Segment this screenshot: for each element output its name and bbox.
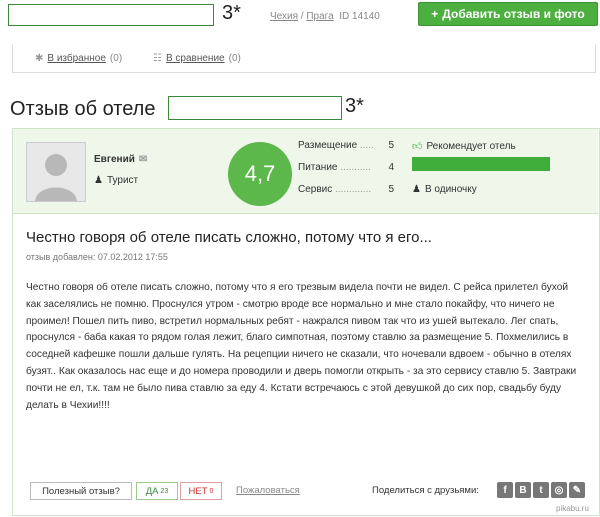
rating-label: Питание xyxy=(298,162,338,173)
rating-label: Сервис xyxy=(298,184,333,195)
facebook-icon[interactable]: f xyxy=(497,482,513,498)
travel-type: ♟ В одиночку xyxy=(412,184,477,195)
overall-score: 4,7 xyxy=(228,142,292,206)
share-label: Поделиться с друзьями: xyxy=(372,485,479,496)
favorites-count: (0) xyxy=(109,53,123,64)
hotel-stars-title: 3* xyxy=(345,95,364,117)
rating-value: 5 xyxy=(388,140,394,151)
watermark: pikabu.ru xyxy=(556,504,589,513)
user-silhouette-icon xyxy=(27,143,85,201)
favorites-row: ✱ В избранное (0) ☷ В сравнение (0) xyxy=(12,44,596,73)
rating-label: Размещение xyxy=(298,140,358,151)
user-name-text: Евгений xyxy=(94,154,135,165)
avatar[interactable] xyxy=(26,142,86,202)
recommend-bar xyxy=(412,157,550,171)
recommend-hotel: 👍︎ Рекомендует отель xyxy=(412,140,516,153)
review-title: Отзыв об отеле xyxy=(10,98,156,120)
add-review-label: Добавить отзыв и фото xyxy=(442,7,585,21)
review-body: Честно говоря об отеле писать сложно, по… xyxy=(26,282,577,411)
complain-link[interactable]: Пожаловаться xyxy=(236,485,300,496)
odnoklassniki-icon[interactable]: ◎ xyxy=(551,482,567,498)
vote-yes-button[interactable]: ДА 23 xyxy=(136,482,178,500)
add-review-button[interactable]: + Добавить отзыв и фото xyxy=(418,2,598,26)
compare-count: (0) xyxy=(228,53,241,64)
rating-value: 5 xyxy=(388,184,394,195)
recommend-text: Рекомендует отель xyxy=(426,140,516,152)
livejournal-icon[interactable]: ✎ xyxy=(569,482,585,498)
review-headline: Честно говоря об отеле писать сложно, по… xyxy=(26,229,432,246)
plus-icon: + xyxy=(431,7,439,21)
hotel-id: ID 14140 xyxy=(339,11,380,22)
add-to-favorites[interactable]: ✱ В избранное (0) xyxy=(35,53,122,64)
vote-no-button[interactable]: НЕТ 0 xyxy=(180,482,222,500)
thumbs-up-icon: 👍︎ xyxy=(412,141,423,152)
hotel-name-redacted-box xyxy=(168,96,342,120)
breadcrumb-city-link[interactable]: Прага xyxy=(306,11,333,22)
add-to-compare[interactable]: ☷ В сравнение (0) xyxy=(153,53,241,64)
user-type: ♟ Турист xyxy=(94,175,138,186)
hotel-name-redacted-box xyxy=(8,4,214,26)
vote-yes-count: 23 xyxy=(160,487,169,495)
hotel-stars-top: 3* xyxy=(222,2,241,24)
travel-type-text: В одиночку xyxy=(424,184,477,195)
rating-food: Питание ........... 4 xyxy=(298,162,394,173)
rating-service: Сервис ............. 5 xyxy=(298,184,394,195)
vk-icon[interactable]: B xyxy=(515,482,531,498)
breadcrumb-country-link[interactable]: Чехия xyxy=(270,11,298,22)
user-name[interactable]: Евгений ✉ xyxy=(94,154,147,165)
person-icon: ♟ xyxy=(94,175,103,186)
asterisk-icon: ✱ xyxy=(35,53,44,64)
person-alone-icon: ♟ xyxy=(412,184,421,195)
vote-no-label: НЕТ xyxy=(188,485,208,497)
rating-accommodation: Размещение ..... 5 xyxy=(298,140,394,151)
twitter-icon[interactable]: t xyxy=(533,482,549,498)
user-type-text: Турист xyxy=(106,175,139,186)
rating-value: 4 xyxy=(388,162,394,173)
envelope-icon[interactable]: ✉ xyxy=(139,154,147,165)
vote-no-count: 0 xyxy=(209,487,214,495)
compare-label: В сравнение xyxy=(165,53,225,64)
favorites-label: В избранное xyxy=(47,53,106,64)
compare-icon: ☷ xyxy=(153,53,162,64)
vote-yes-label: ДА xyxy=(145,485,159,497)
review-date: отзыв добавлен: 07.02.2012 17:55 xyxy=(26,252,168,262)
helpful-question: Полезный отзыв? xyxy=(30,482,132,500)
breadcrumb: Чехия / Прага ID 14140 xyxy=(270,11,380,22)
